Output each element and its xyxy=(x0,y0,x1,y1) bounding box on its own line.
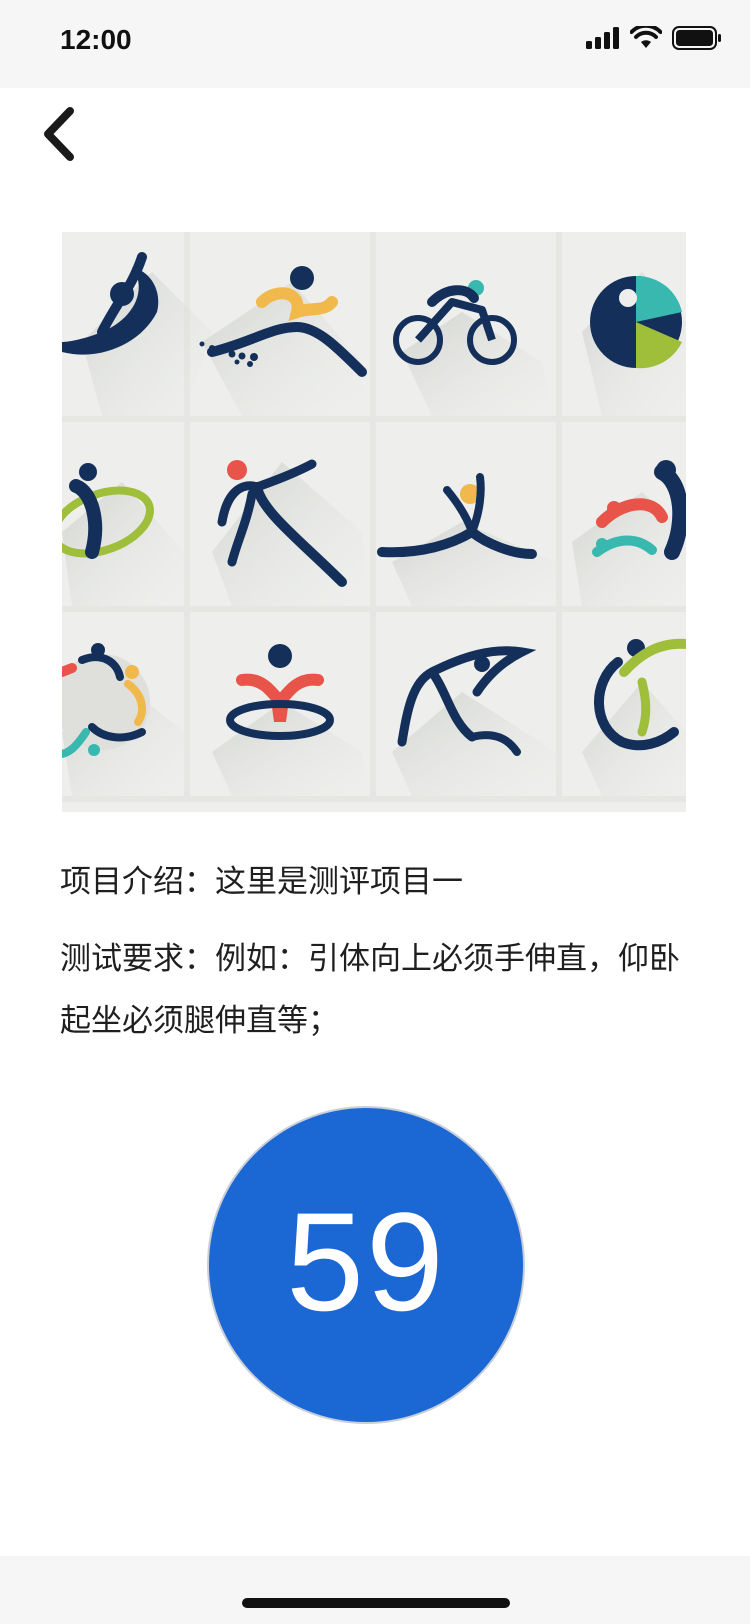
status-icons xyxy=(586,26,722,50)
home-indicator-area xyxy=(0,1556,750,1624)
status-time: 12:00 xyxy=(60,24,132,55)
signal-icon xyxy=(586,27,619,49)
stretch-icon xyxy=(590,275,682,369)
back-button[interactable] xyxy=(28,98,88,170)
status-bar: 12:00 xyxy=(0,0,750,88)
test-requirements: 测试要求：例如：引体向上必须手伸直，仰卧起坐必须腿伸直等； xyxy=(60,941,680,1039)
sports-icons-image xyxy=(62,232,686,812)
score-circle[interactable]: 59 xyxy=(209,1108,523,1422)
wifi-icon xyxy=(630,26,662,48)
sports-icons-grid xyxy=(62,232,686,812)
home-indicator[interactable] xyxy=(242,1598,510,1608)
chevron-left-icon xyxy=(44,107,74,161)
battery-icon xyxy=(672,26,721,50)
score-value: 59 xyxy=(286,1183,446,1340)
project-intro: 项目介绍：这里是测评项目一 xyxy=(60,864,463,900)
